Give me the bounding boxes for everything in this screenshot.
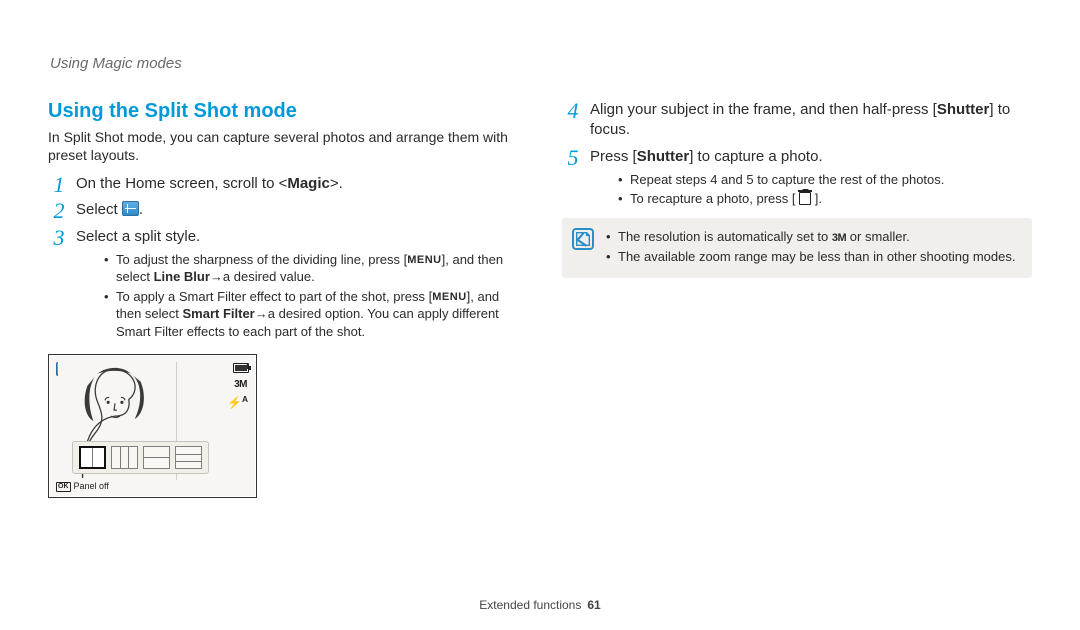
na-pre: The resolution is automatically set to xyxy=(618,229,832,244)
lcd-screen: I 3M ⚡A xyxy=(50,356,255,496)
section-title: Using the Split Shot mode xyxy=(48,100,518,123)
menu-label-icon: MENU xyxy=(407,255,441,266)
s5b-pre: To recapture a photo, press [ xyxy=(630,191,799,206)
line-blur-label: Line Blur xyxy=(154,269,210,284)
step-1-post: >. xyxy=(330,175,343,192)
lcd-figure: I 3M ⚡A xyxy=(48,354,257,498)
split-mode-icon xyxy=(122,201,139,216)
step-3-sub-b: To apply a Smart Filter effect to part o… xyxy=(104,288,518,341)
resolution-indicator: 3M xyxy=(234,379,247,390)
step-4: Align your subject in the frame, and the… xyxy=(562,100,1032,141)
split-style-selector xyxy=(72,441,209,474)
s5b-post: ]. xyxy=(811,191,822,206)
resolution-3m-icon: 3M xyxy=(832,231,846,246)
step-1-pre: On the Home screen, scroll to < xyxy=(76,175,287,192)
s3a-post: a desired value. xyxy=(223,269,315,284)
note-box: The resolution is automatically set to 3… xyxy=(562,218,1032,279)
step-2-post: . xyxy=(139,201,143,218)
ok-button-icon: OK xyxy=(56,482,71,492)
steps-list-right: Align your subject in the frame, and the… xyxy=(562,100,1032,208)
step-3-text: Select a split style. xyxy=(76,228,200,245)
steps-list-left: On the Home screen, scroll to <Magic>. S… xyxy=(48,174,518,340)
s5-post: ] to capture a photo. xyxy=(689,148,822,165)
step-5-sub-b: To recapture a photo, press [ ]. xyxy=(618,190,1032,208)
split-style-2v xyxy=(79,446,106,469)
page-footer: Extended functions 61 xyxy=(0,598,1080,612)
note-a: The resolution is automatically set to 3… xyxy=(606,228,1020,246)
split-style-3v xyxy=(111,446,138,469)
intro-text: In Split Shot mode, you can capture seve… xyxy=(48,129,518,164)
flash-auto-label: A xyxy=(242,394,248,404)
split-style-3h xyxy=(175,446,202,469)
step-5-sublist: Repeat steps 4 and 5 to capture the rest… xyxy=(618,171,1032,208)
step-3: Select a split style. To adjust the shar… xyxy=(48,227,518,341)
page-number: 61 xyxy=(587,598,600,612)
s3a-pre: To adjust the sharpness of the dividing … xyxy=(116,252,407,267)
panel-off-text: Panel off xyxy=(74,481,109,491)
step-3-sublist: To adjust the sharpness of the dividing … xyxy=(104,251,518,341)
na-post: or smaller. xyxy=(846,229,910,244)
arrow-icon: → xyxy=(255,307,268,320)
shutter-label: Shutter xyxy=(937,101,990,118)
s3b-pre: To apply a Smart Filter effect to part o… xyxy=(116,289,432,304)
panel-off-label: OKPanel off xyxy=(56,481,109,492)
footer-label: Extended functions xyxy=(479,598,581,612)
s4-pre: Align your subject in the frame, and the… xyxy=(590,101,937,118)
split-style-2h xyxy=(143,446,170,469)
step-1-magic: Magic xyxy=(287,175,330,192)
arrow-icon: → xyxy=(210,270,223,283)
step-2: Select . xyxy=(48,200,518,220)
note-icon xyxy=(572,228,594,250)
s5-pre: Press [ xyxy=(590,148,637,165)
menu-label-icon: MENU xyxy=(432,292,466,303)
shutter-label: Shutter xyxy=(637,148,690,165)
battery-icon xyxy=(233,363,249,373)
step-3-sub-a: To adjust the sharpness of the dividing … xyxy=(104,251,518,286)
step-5-sub-a: Repeat steps 4 and 5 to capture the rest… xyxy=(618,171,1032,189)
step-1: On the Home screen, scroll to <Magic>. xyxy=(48,174,518,194)
step-5: Press [Shutter] to capture a photo. Repe… xyxy=(562,147,1032,208)
left-column: Using the Split Shot mode In Split Shot … xyxy=(48,100,518,498)
flash-auto-indicator: ⚡A xyxy=(227,394,248,409)
trash-icon xyxy=(799,192,811,205)
right-column: Align your subject in the frame, and the… xyxy=(562,100,1032,498)
note-b: The available zoom range may be less tha… xyxy=(606,248,1020,266)
smart-filter-label: Smart Filter xyxy=(183,306,255,321)
step-2-pre: Select xyxy=(76,201,122,218)
running-head: Using Magic modes xyxy=(50,55,1032,72)
